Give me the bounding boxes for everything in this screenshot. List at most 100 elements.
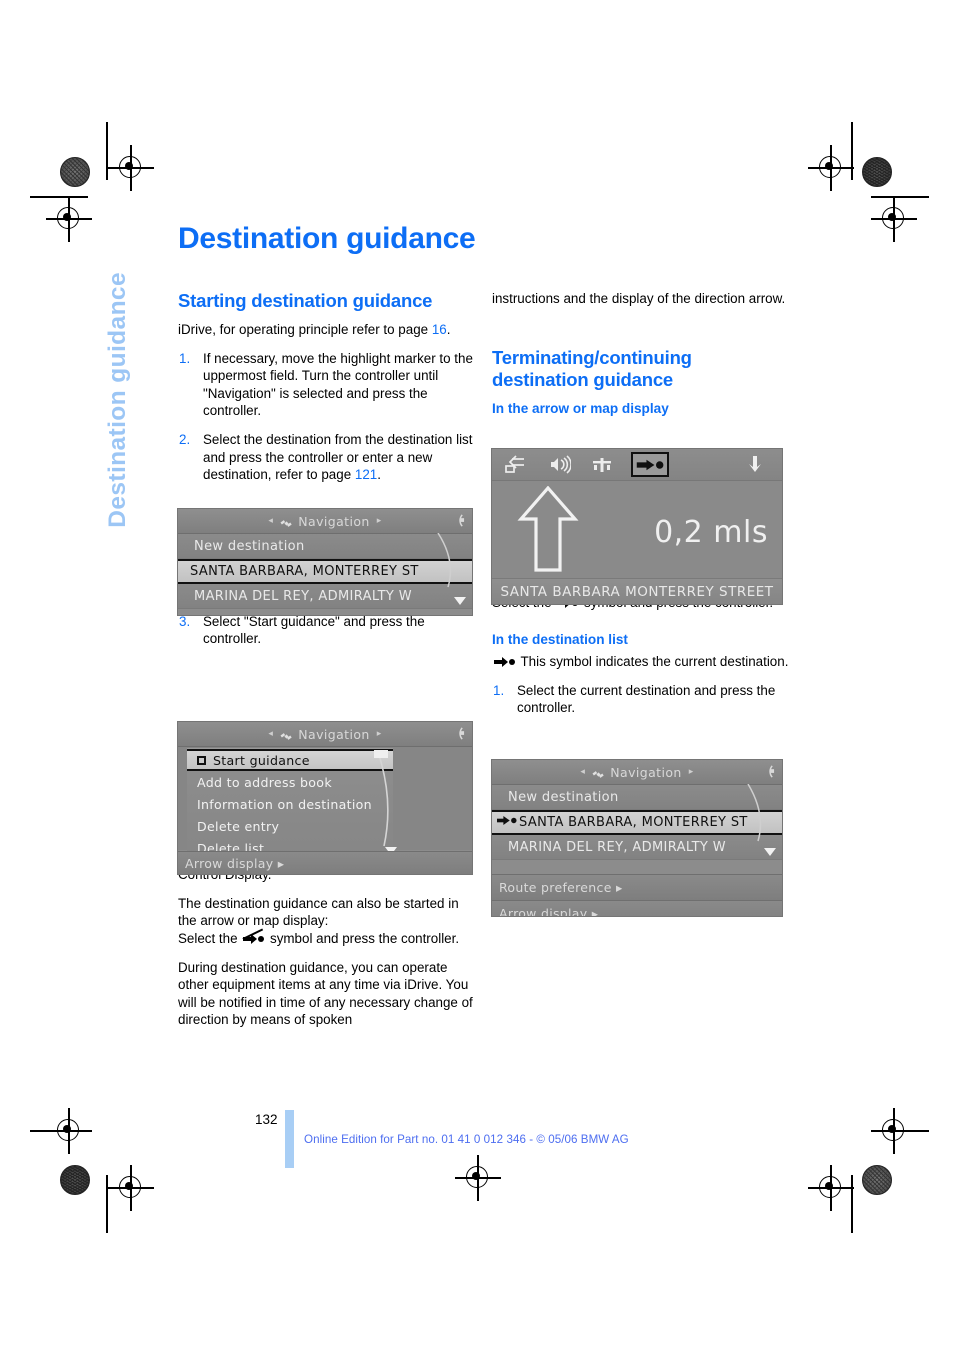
continuation-paragraph: instructions and the display of the dire… xyxy=(492,291,786,306)
halftone-dot xyxy=(862,1165,892,1195)
page-number: 132 xyxy=(255,1112,278,1127)
registration-mark xyxy=(455,1155,501,1201)
subheading-arrow-map-display: In the arrow or map display xyxy=(492,400,669,416)
footer-accent-bar xyxy=(285,1110,294,1168)
destination-arrow-selected-box[interactable] xyxy=(631,452,669,477)
header-left-arrow-icon[interactable]: ◂ xyxy=(580,767,585,777)
return-corner-icon[interactable] xyxy=(760,764,775,779)
scroll-down-icon[interactable] xyxy=(454,597,466,605)
nav-header-title: Navigation xyxy=(298,726,370,742)
header-right-arrow-icon[interactable]: ▸ xyxy=(377,516,382,526)
header-right-arrow-icon[interactable]: ▸ xyxy=(377,729,382,739)
arrow-display-toolbar xyxy=(492,449,782,481)
halftone-dot xyxy=(60,1165,90,1195)
nav-footer-arrow-display[interactable]: Arrow display ▸ xyxy=(492,900,782,916)
registration-mark xyxy=(108,1165,154,1211)
step-item: If necessary, move the highlight marker … xyxy=(178,350,475,420)
down-arrow-icon[interactable] xyxy=(744,455,766,474)
row-label: MARINA DEL REY, ADMIRALTY W xyxy=(194,588,412,604)
paragraph-also-started: The destination guidance can also be sta… xyxy=(178,895,475,948)
nav-header: ◂ Navigation ▸ xyxy=(178,722,472,747)
symbol-note-paragraph: This symbol indicates the current destin… xyxy=(492,653,789,671)
registration-mark xyxy=(808,145,854,191)
step-text: Select the destination from the destinat… xyxy=(203,431,473,483)
row-label: New destination xyxy=(508,789,619,805)
page-title: Destination guidance xyxy=(178,222,476,255)
also-started-line1: The destination guidance can also be sta… xyxy=(178,895,459,929)
intro-text: iDrive, for operating principle refer to… xyxy=(178,322,432,337)
row-label: MARINA DEL REY, ADMIRALTY W xyxy=(508,839,726,855)
intro-paragraph: iDrive, for operating principle refer to… xyxy=(178,321,475,339)
checkbox-icon[interactable] xyxy=(197,755,206,765)
row-label: New destination xyxy=(194,538,305,554)
return-corner-icon[interactable] xyxy=(450,726,465,741)
steps-list-1-2: If necessary, move the highlight marker … xyxy=(178,350,475,484)
nav-row-santa-barbara-current[interactable]: SANTA BARBARA, MONTERREY ST xyxy=(492,810,782,835)
item-label: Add to address book xyxy=(197,774,332,790)
registration-mark xyxy=(808,1165,854,1211)
submenu-item-start-guidance[interactable]: Start guidance xyxy=(187,749,393,771)
header-left-arrow-icon[interactable]: ◂ xyxy=(268,729,273,739)
registration-mark xyxy=(46,1108,92,1154)
item-label: Start guidance xyxy=(213,752,310,768)
header-left-arrow-icon[interactable]: ◂ xyxy=(268,516,273,526)
steps-list-3: Select "Start guidance" and press the co… xyxy=(178,613,475,648)
speaker-icon[interactable] xyxy=(549,455,572,474)
nav-row-marina-del-rey[interactable]: MARINA DEL REY, ADMIRALTY W xyxy=(492,835,782,860)
nav-footer-route-preference[interactable]: Route preference ▸ xyxy=(492,874,782,900)
nav-header-title: Navigation xyxy=(298,513,370,529)
halftone-dot xyxy=(60,157,90,187)
step-text: Select "Start guidance" and press the co… xyxy=(203,613,425,647)
step-text: If necessary, move the highlight marker … xyxy=(203,350,473,419)
screenshot-nav-submenu: ◂ Navigation ▸ Start guidance Add to add… xyxy=(178,722,472,874)
step-item: Select "Start guidance" and press the co… xyxy=(178,613,475,648)
nav-header: ◂ Navigation ▸ xyxy=(492,760,782,785)
page-reference-16[interactable]: 16 xyxy=(432,322,447,337)
left-column: Starting destination guidance iDrive, fo… xyxy=(178,290,475,1040)
satellite-icon xyxy=(280,730,293,743)
nav-row-santa-barbara[interactable]: SANTA BARBARA, MONTERREY ST xyxy=(178,559,472,584)
registration-mark xyxy=(871,1108,917,1154)
symbol-note-text: This symbol indicates the current destin… xyxy=(517,654,789,670)
nav-row-new-destination[interactable]: New destination xyxy=(492,785,782,810)
select-symbol-post: symbol and press the controller. xyxy=(266,930,460,946)
satellite-icon xyxy=(280,517,293,530)
nav-header-title: Navigation xyxy=(610,764,682,780)
page-reference-121[interactable]: 121 xyxy=(355,467,377,482)
section-heading-starting: Starting destination guidance xyxy=(178,290,433,311)
registration-mark xyxy=(46,196,92,242)
submenu-item-information-on-destination[interactable]: Information on destination xyxy=(187,793,393,815)
arrow-display-main: 0,2 mls xyxy=(492,481,782,579)
header-right-arrow-icon[interactable]: ▸ xyxy=(689,767,694,777)
straight-ahead-arrow-icon xyxy=(517,486,579,572)
screenshot-arrow-display: 0,2 mls SANTA BARBARA MONTERREY STREET N… xyxy=(492,449,782,604)
section-heading-terminating: Terminating/continuing destination guida… xyxy=(492,346,692,390)
nav-footer-arrow-display[interactable]: Arrow display ▸ xyxy=(178,851,472,874)
nav-header: ◂ Navigation ▸ xyxy=(178,509,472,534)
destination-arrow-icon xyxy=(494,656,515,668)
item-label: Delete entry xyxy=(197,818,280,834)
row-label: Arrow display ▸ xyxy=(499,906,599,916)
submenu-item-delete-entry[interactable]: Delete entry xyxy=(187,815,393,837)
nav-row-marina-del-rey[interactable]: MARINA DEL REY, ADMIRALTY W xyxy=(178,584,472,609)
back-icon[interactable] xyxy=(504,455,526,474)
item-label: Information on destination xyxy=(197,796,372,812)
screenshot-nav-list-2: ◂ Navigation ▸ New destination SANTA BAR… xyxy=(492,760,782,916)
nav-row-new-destination[interactable]: New destination xyxy=(178,534,472,559)
map-junction-icon[interactable] xyxy=(591,455,613,474)
screenshot-nav-list-1: ◂ Navigation ▸ New destination SANTA BAR… xyxy=(178,509,472,615)
halftone-dot xyxy=(862,157,892,187)
satellite-icon xyxy=(592,768,605,781)
submenu-item-add-to-address-book[interactable]: Add to address book xyxy=(187,771,393,793)
step-text: Select the current destination and press… xyxy=(517,682,776,716)
chapter-side-tab: Destination guidance xyxy=(104,272,131,528)
intro-end: . xyxy=(446,322,451,337)
street-name: SANTA BARBARA MONTERREY STREET xyxy=(492,578,782,604)
scroll-down-icon[interactable] xyxy=(764,848,776,856)
footer-edition-line: Online Edition for Part no. 01 41 0 012 … xyxy=(304,1133,629,1146)
row-label: SANTA BARBARA, MONTERREY ST xyxy=(519,815,748,830)
step-end: . xyxy=(377,467,381,483)
return-corner-icon[interactable] xyxy=(450,513,465,528)
step-item: Select the current destination and press… xyxy=(492,682,789,717)
subheading-destination-list: In the destination list xyxy=(492,632,628,648)
